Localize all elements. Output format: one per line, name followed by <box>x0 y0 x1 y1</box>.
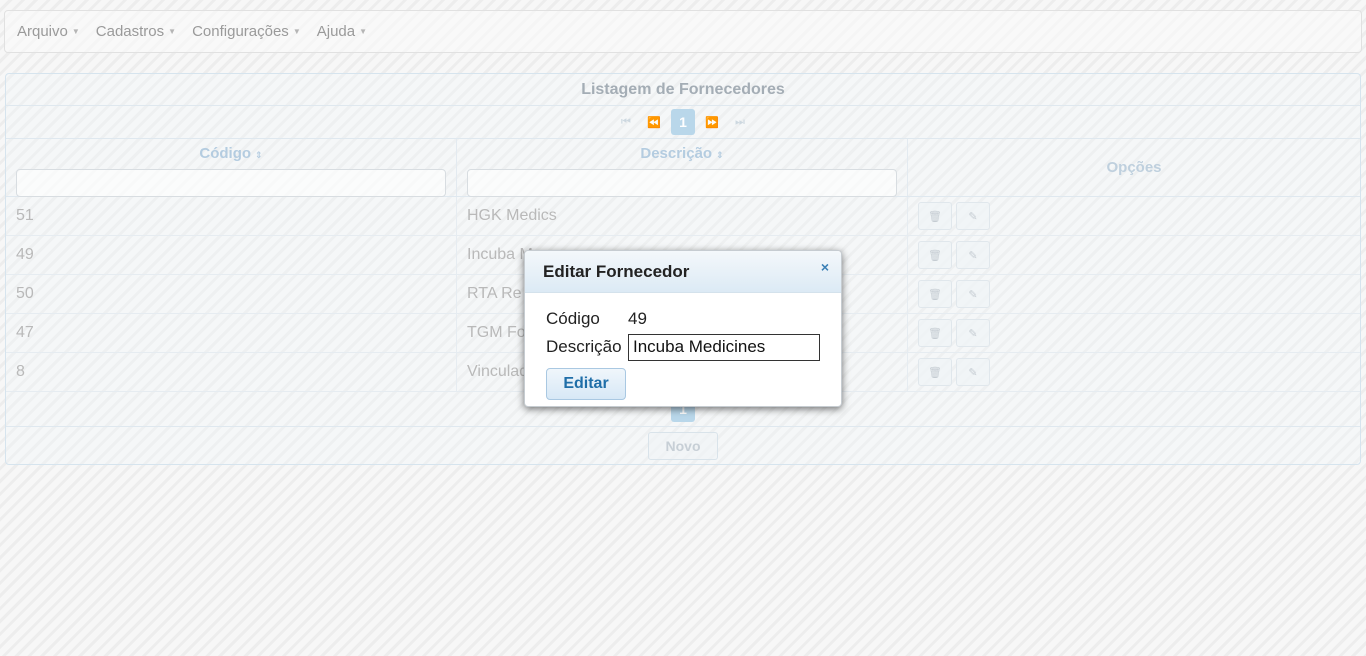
new-supplier-button[interactable]: Novo <box>648 432 718 460</box>
edit-button[interactable]: Editar <box>546 368 626 400</box>
sort-icon: ⇕ <box>716 150 724 160</box>
last-page-icon[interactable]: ⏭ <box>729 111 751 133</box>
trash-icon[interactable]: 🗑 <box>918 202 952 230</box>
trash-icon[interactable]: 🗑 <box>918 241 952 269</box>
column-code[interactable]: Código ⇕ <box>6 139 457 197</box>
page-number[interactable]: 1 <box>671 109 695 135</box>
column-options: Opções <box>908 139 1360 196</box>
table-title: Listagem de Fornecedores <box>6 74 1360 106</box>
menu-cadastros[interactable]: Cadastros ▼ <box>96 23 176 40</box>
cell-options: 🗑 ✎ <box>908 314 1360 352</box>
caret-down-icon: ▼ <box>359 27 368 36</box>
menu-ajuda[interactable]: Ajuda ▼ <box>317 23 367 40</box>
description-filter-input[interactable] <box>467 169 897 197</box>
cell-code: 51 <box>6 197 457 235</box>
paginator-top: ⏮ ⏪ 1 ⏩ ⏭ <box>6 106 1360 139</box>
table-footer: Novo <box>6 427 1360 465</box>
first-page-icon[interactable]: ⏮ <box>615 111 637 133</box>
description-label: Descrição <box>546 337 622 356</box>
cell-options: 🗑 ✎ <box>908 197 1360 235</box>
cell-options: 🗑 ✎ <box>908 275 1360 313</box>
close-icon[interactable]: × <box>821 259 829 275</box>
trash-icon[interactable]: 🗑 <box>918 280 952 308</box>
dialog-body: Código 49 Descrição Editar <box>525 293 841 400</box>
caret-down-icon: ▼ <box>168 27 177 36</box>
cell-description: HGK Medics <box>457 197 908 235</box>
cell-code: 47 <box>6 314 457 352</box>
column-options-label: Opções <box>1106 158 1162 176</box>
sort-icon: ⇕ <box>255 150 263 160</box>
menu-configuracoes[interactable]: Configurações ▼ <box>192 23 301 40</box>
cell-code: 49 <box>6 236 457 274</box>
menu-configuracoes-label: Configurações <box>192 23 289 40</box>
table-header: Código ⇕ Descrição ⇕ Opções <box>6 139 1360 197</box>
description-field-row: Descrição <box>546 333 820 361</box>
code-field-row: Código 49 <box>546 305 820 333</box>
menu-arquivo[interactable]: Arquivo ▼ <box>17 23 80 40</box>
cell-code: 50 <box>6 275 457 313</box>
caret-down-icon: ▼ <box>71 27 80 36</box>
pencil-icon[interactable]: ✎ <box>956 319 990 347</box>
pencil-icon[interactable]: ✎ <box>956 202 990 230</box>
cell-options: 🗑 ✎ <box>908 236 1360 274</box>
code-value: 49 <box>628 309 647 328</box>
column-code-label: Código <box>199 145 252 162</box>
description-input[interactable] <box>628 333 820 361</box>
menubar: Arquivo ▼ Cadastros ▼ Configurações ▼ Aj… <box>4 10 1362 53</box>
pencil-icon[interactable]: ✎ <box>956 241 990 269</box>
cell-code: 8 <box>6 353 457 391</box>
code-label: Código <box>546 309 600 328</box>
edit-supplier-dialog: Editar Fornecedor × Código 49 Descrição … <box>524 250 842 407</box>
column-description-label: Descrição <box>640 145 713 162</box>
dialog-titlebar[interactable]: Editar Fornecedor × <box>525 251 841 293</box>
pencil-icon[interactable]: ✎ <box>956 280 990 308</box>
next-page-icon[interactable]: ⏩ <box>701 111 723 133</box>
cell-options: 🗑 ✎ <box>908 353 1360 391</box>
code-filter-input[interactable] <box>16 169 446 197</box>
menu-cadastros-label: Cadastros <box>95 23 165 40</box>
table-row[interactable]: 51 HGK Medics 🗑 ✎ <box>6 197 1360 236</box>
prev-page-icon[interactable]: ⏪ <box>643 111 665 133</box>
menu-arquivo-label: Arquivo <box>17 23 68 40</box>
menu-ajuda-label: Ajuda <box>316 23 356 40</box>
column-description[interactable]: Descrição ⇕ <box>457 139 908 197</box>
trash-icon[interactable]: 🗑 <box>918 319 952 347</box>
dialog-title: Editar Fornecedor <box>543 261 690 281</box>
trash-icon[interactable]: 🗑 <box>918 358 952 386</box>
pencil-icon[interactable]: ✎ <box>956 358 990 386</box>
caret-down-icon: ▼ <box>292 27 301 36</box>
